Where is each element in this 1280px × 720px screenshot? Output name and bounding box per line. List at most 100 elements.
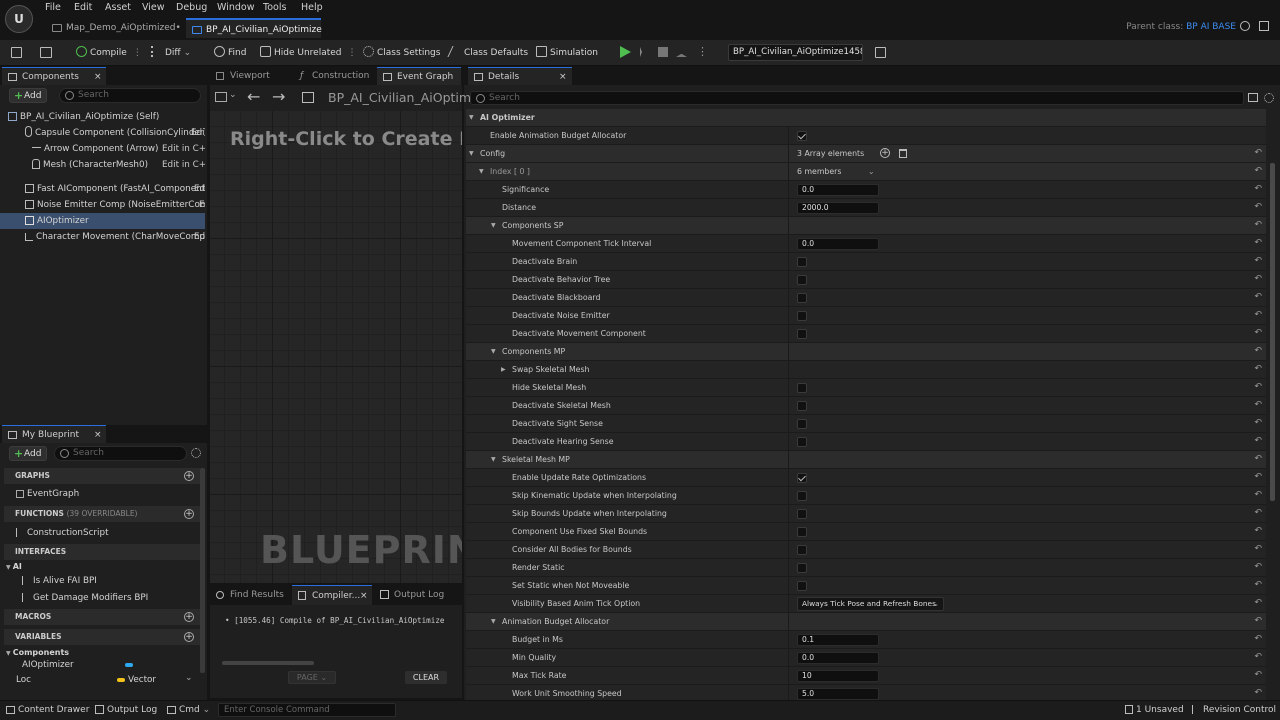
menu-help[interactable]: Help [301, 2, 323, 13]
property-checkbox[interactable] [797, 275, 807, 285]
tab-construction[interactable]: ƒ Construction [292, 67, 374, 85]
property-row-render-static[interactable]: Render Static ↶ [466, 559, 1266, 577]
save-icon[interactable] [11, 47, 22, 58]
console-input[interactable]: Enter Console Command [218, 703, 396, 717]
column-divider[interactable] [788, 433, 789, 450]
gear-icon[interactable] [191, 448, 201, 458]
log-horizontal-scrollbar[interactable] [222, 661, 314, 665]
reset-to-default-icon[interactable]: ↶ [1254, 649, 1262, 666]
find-button[interactable]: Find [214, 45, 246, 61]
reset-to-default-icon[interactable]: ↶ [1254, 487, 1262, 504]
property-row-significance[interactable]: Significance 0.0 ↶ [466, 181, 1266, 199]
unreal-logo-icon[interactable]: U [5, 5, 33, 33]
property-row-visibility-based-anim-tick-option[interactable]: Visibility Based Anim Tick Option Always … [466, 595, 1266, 613]
reset-to-default-icon[interactable]: ↶ [1254, 325, 1262, 342]
property-checkbox[interactable] [797, 473, 807, 483]
add-variable-icon[interactable]: + [184, 632, 194, 642]
chevron-down-icon[interactable]: ⌄ [229, 90, 237, 100]
property-row-movement-component-tick-interval[interactable]: Movement Component Tick Interval 0.0 ↶ [466, 235, 1266, 253]
reset-to-default-icon[interactable]: ↶ [1254, 199, 1262, 216]
property-row-skeletal-mesh-mp[interactable]: ▼ Skeletal Mesh MP ↶ [466, 451, 1266, 469]
property-checkbox[interactable] [797, 437, 807, 447]
column-divider[interactable] [788, 271, 789, 288]
tab-compiler-results[interactable]: Compiler... × [292, 585, 372, 605]
property-checkbox[interactable] [797, 329, 807, 339]
reset-to-default-icon[interactable]: ↶ [1254, 361, 1262, 378]
menu-tools[interactable]: Tools [263, 2, 286, 13]
chevron-down-icon[interactable]: ⌄ [868, 163, 875, 180]
reset-to-default-icon[interactable]: ↶ [1254, 343, 1262, 360]
column-divider[interactable] [788, 181, 789, 198]
browse-debug-icon[interactable] [875, 47, 886, 58]
column-divider[interactable] [788, 217, 789, 234]
column-divider[interactable] [788, 577, 789, 594]
property-row-deactivate-movement-component[interactable]: Deactivate Movement Component ↶ [466, 325, 1266, 343]
component-noise-emitter[interactable]: Noise Emitter Comp (NoiseEmitterComp) E [0, 197, 205, 213]
menu-file[interactable]: File [45, 2, 61, 13]
collapse-arrow-icon[interactable]: ▼ [491, 343, 496, 360]
maximize-icon[interactable] [1259, 21, 1269, 31]
property-row-deactivate-skeletal-mesh[interactable]: Deactivate Skeletal Mesh ↶ [466, 397, 1266, 415]
component-fastai[interactable]: Fast AIComponent (FastAI_Component) Ed [0, 181, 205, 197]
content-drawer-button[interactable]: Content Drawer [6, 701, 89, 720]
property-row-ai-optimizer[interactable]: ▼ AI Optimizer [466, 109, 1266, 127]
reset-to-default-icon[interactable]: ↶ [1254, 163, 1262, 180]
property-number-input[interactable]: 10 [797, 670, 879, 682]
tab-details[interactable]: Details × [468, 67, 572, 85]
section-macros[interactable]: MACROS + [4, 609, 200, 625]
property-checkbox[interactable] [797, 509, 807, 519]
column-divider[interactable] [788, 361, 789, 378]
debug-object-select[interactable]: BP_AI_Civilian_AiOptimize1458 [728, 44, 863, 61]
reset-to-default-icon[interactable]: ↶ [1254, 613, 1262, 630]
menu-view[interactable]: View [142, 2, 165, 13]
property-row-hide-skeletal-mesh[interactable]: Hide Skeletal Mesh ↶ [466, 379, 1266, 397]
unsaved-indicator[interactable]: 1 Unsaved [1125, 701, 1184, 720]
back-arrow-icon[interactable]: ← [247, 87, 260, 106]
add-function-icon[interactable]: + [184, 509, 194, 519]
property-row-deactivate-hearing-sense[interactable]: Deactivate Hearing Sense ↶ [466, 433, 1266, 451]
collapse-arrow-icon[interactable]: ▼ [479, 163, 484, 180]
menu-asset[interactable]: Asset [105, 2, 131, 13]
column-divider[interactable] [788, 253, 789, 270]
property-number-input[interactable]: 0.0 [797, 184, 879, 196]
collapse-arrow-icon[interactable]: ▼ [491, 451, 496, 468]
property-checkbox[interactable] [797, 491, 807, 501]
property-row-components-sp[interactable]: ▼ Components SP ↶ [466, 217, 1266, 235]
search-icon[interactable] [1240, 21, 1250, 31]
column-divider[interactable] [788, 649, 789, 666]
property-checkbox[interactable] [797, 545, 807, 555]
property-row-skip-kinematic-update-when-interpolating[interactable]: Skip Kinematic Update when Interpolating… [466, 487, 1266, 505]
play-options-icon[interactable]: ⋮ [697, 45, 708, 58]
property-checkbox[interactable] [797, 527, 807, 537]
reset-to-default-icon[interactable]: ↶ [1254, 667, 1262, 684]
component-mesh[interactable]: Mesh (CharacterMesh0) Edit in C++ [0, 157, 205, 173]
reset-to-default-icon[interactable]: ↶ [1254, 379, 1262, 396]
my-blueprint-search-input[interactable]: Search [54, 446, 187, 461]
property-number-input[interactable]: 0.1 [797, 634, 879, 646]
property-row-max-tick-rate[interactable]: Max Tick Rate 10 ↶ [466, 667, 1266, 685]
eject-icon[interactable] [676, 47, 687, 57]
step-icon[interactable] [640, 47, 650, 57]
property-checkbox[interactable] [797, 311, 807, 321]
property-checkbox[interactable] [797, 131, 807, 141]
property-checkbox[interactable] [797, 257, 807, 267]
property-checkbox[interactable] [797, 581, 807, 591]
column-divider[interactable] [788, 559, 789, 576]
item-construction-script[interactable]: ConstructionScript [16, 528, 109, 538]
menu-edit[interactable]: Edit [74, 2, 92, 13]
add-component-button[interactable]: Add [9, 88, 48, 103]
reset-to-default-icon[interactable]: ↶ [1254, 271, 1262, 288]
reset-to-default-icon[interactable]: ↶ [1254, 145, 1262, 162]
property-row-animation-budget-allocator[interactable]: ▼ Animation Budget Allocator ↶ [466, 613, 1266, 631]
property-number-input[interactable]: 5.0 [797, 688, 879, 700]
property-row-config[interactable]: ▼ Config 3 Array elements + ↶ [466, 145, 1266, 163]
class-defaults-button[interactable]: Class Defaults [447, 45, 528, 61]
graph-breadcrumb[interactable]: BP_AI_Civilian_AiOptim [328, 90, 471, 105]
item-event-graph[interactable]: EventGraph [16, 489, 79, 499]
section-functions[interactable]: FUNCTIONS (39 OVERRIDABLE) + [4, 506, 200, 522]
collapse-arrow-icon[interactable]: ▼ [491, 613, 496, 630]
interface-category-ai[interactable]: ▼ AI [6, 562, 22, 571]
details-scrollbar[interactable] [1270, 163, 1275, 501]
components-search-input[interactable]: Search [59, 88, 201, 103]
expand-arrow-icon[interactable]: ▶ [501, 361, 506, 378]
